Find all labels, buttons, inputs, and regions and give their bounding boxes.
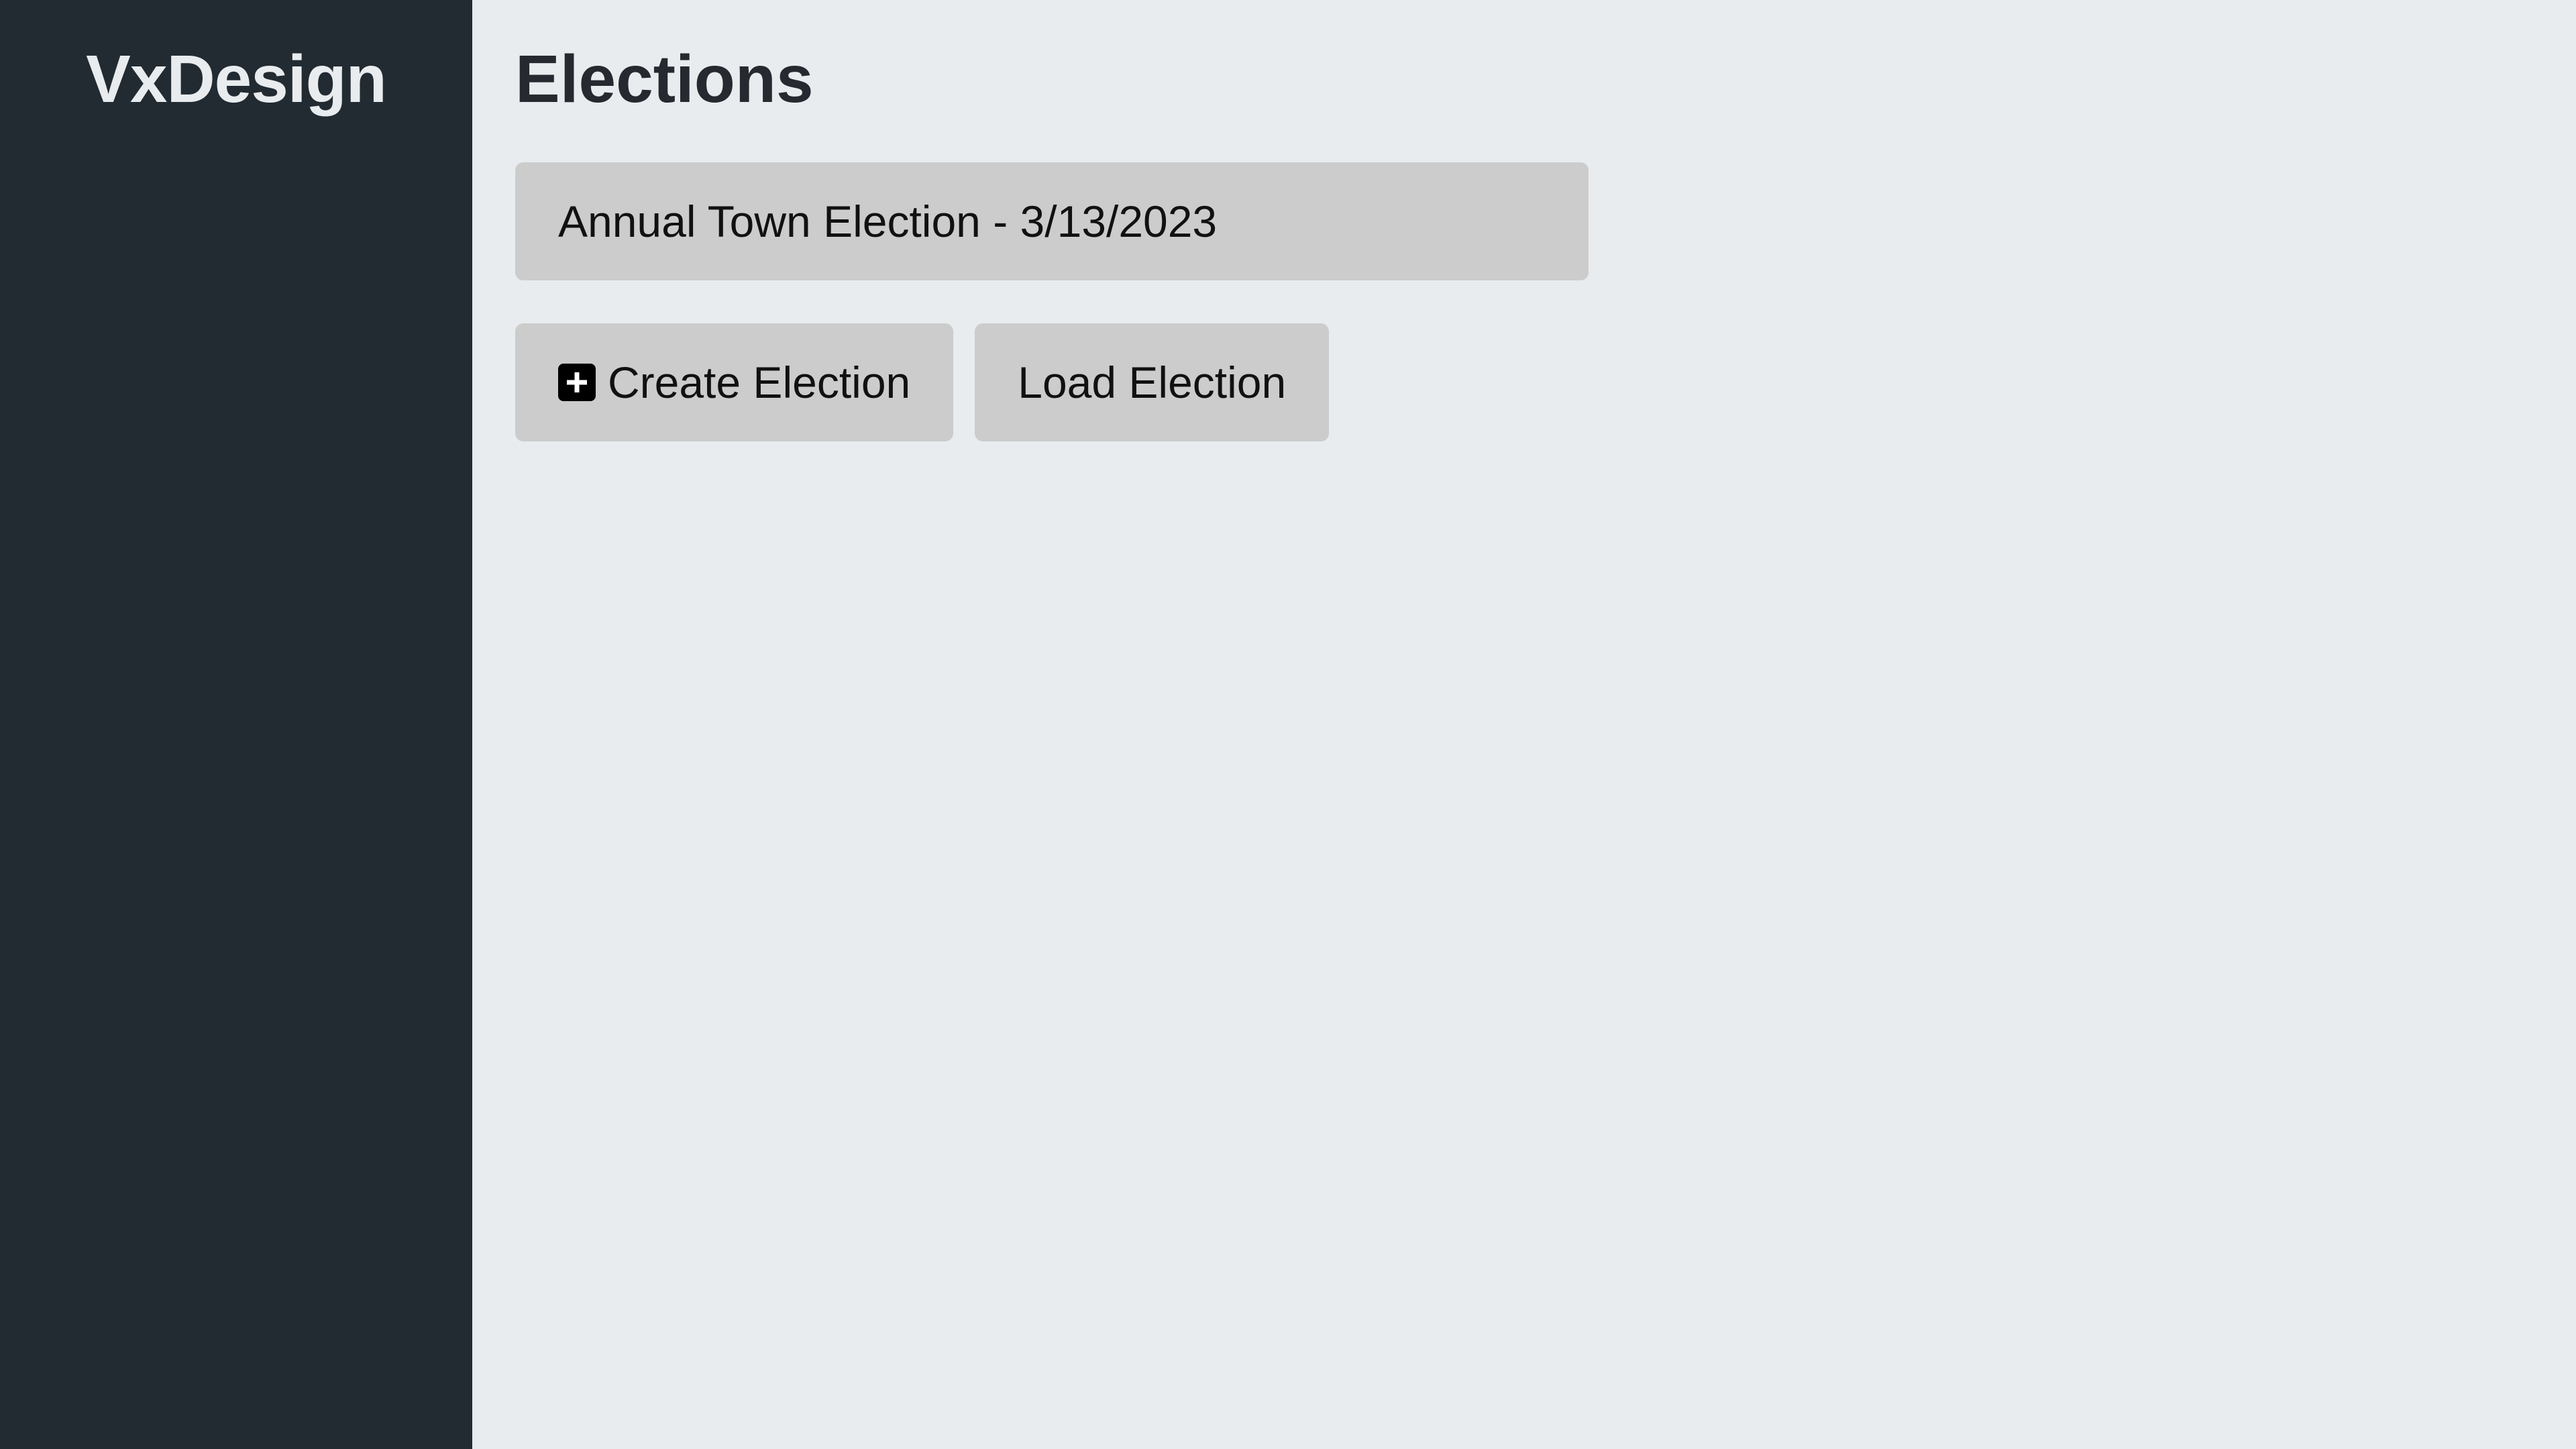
main-content: Elections Annual Town Election - 3/13/20… [472,0,2576,1449]
load-election-label: Load Election [1018,358,1287,407]
election-list-item[interactable]: Annual Town Election - 3/13/2023 [515,162,1589,280]
plus-icon [558,364,596,401]
action-bar: Create Election Load Election [515,323,2576,441]
create-election-button[interactable]: Create Election [515,323,954,441]
create-election-label: Create Election [608,358,911,407]
app-window: VxDesign Elections Annual Town Election … [0,0,2576,1449]
sidebar: VxDesign [0,0,472,1449]
page-title: Elections [515,42,814,117]
app-brand: VxDesign [86,42,387,117]
load-election-button[interactable]: Load Election [975,323,1330,441]
